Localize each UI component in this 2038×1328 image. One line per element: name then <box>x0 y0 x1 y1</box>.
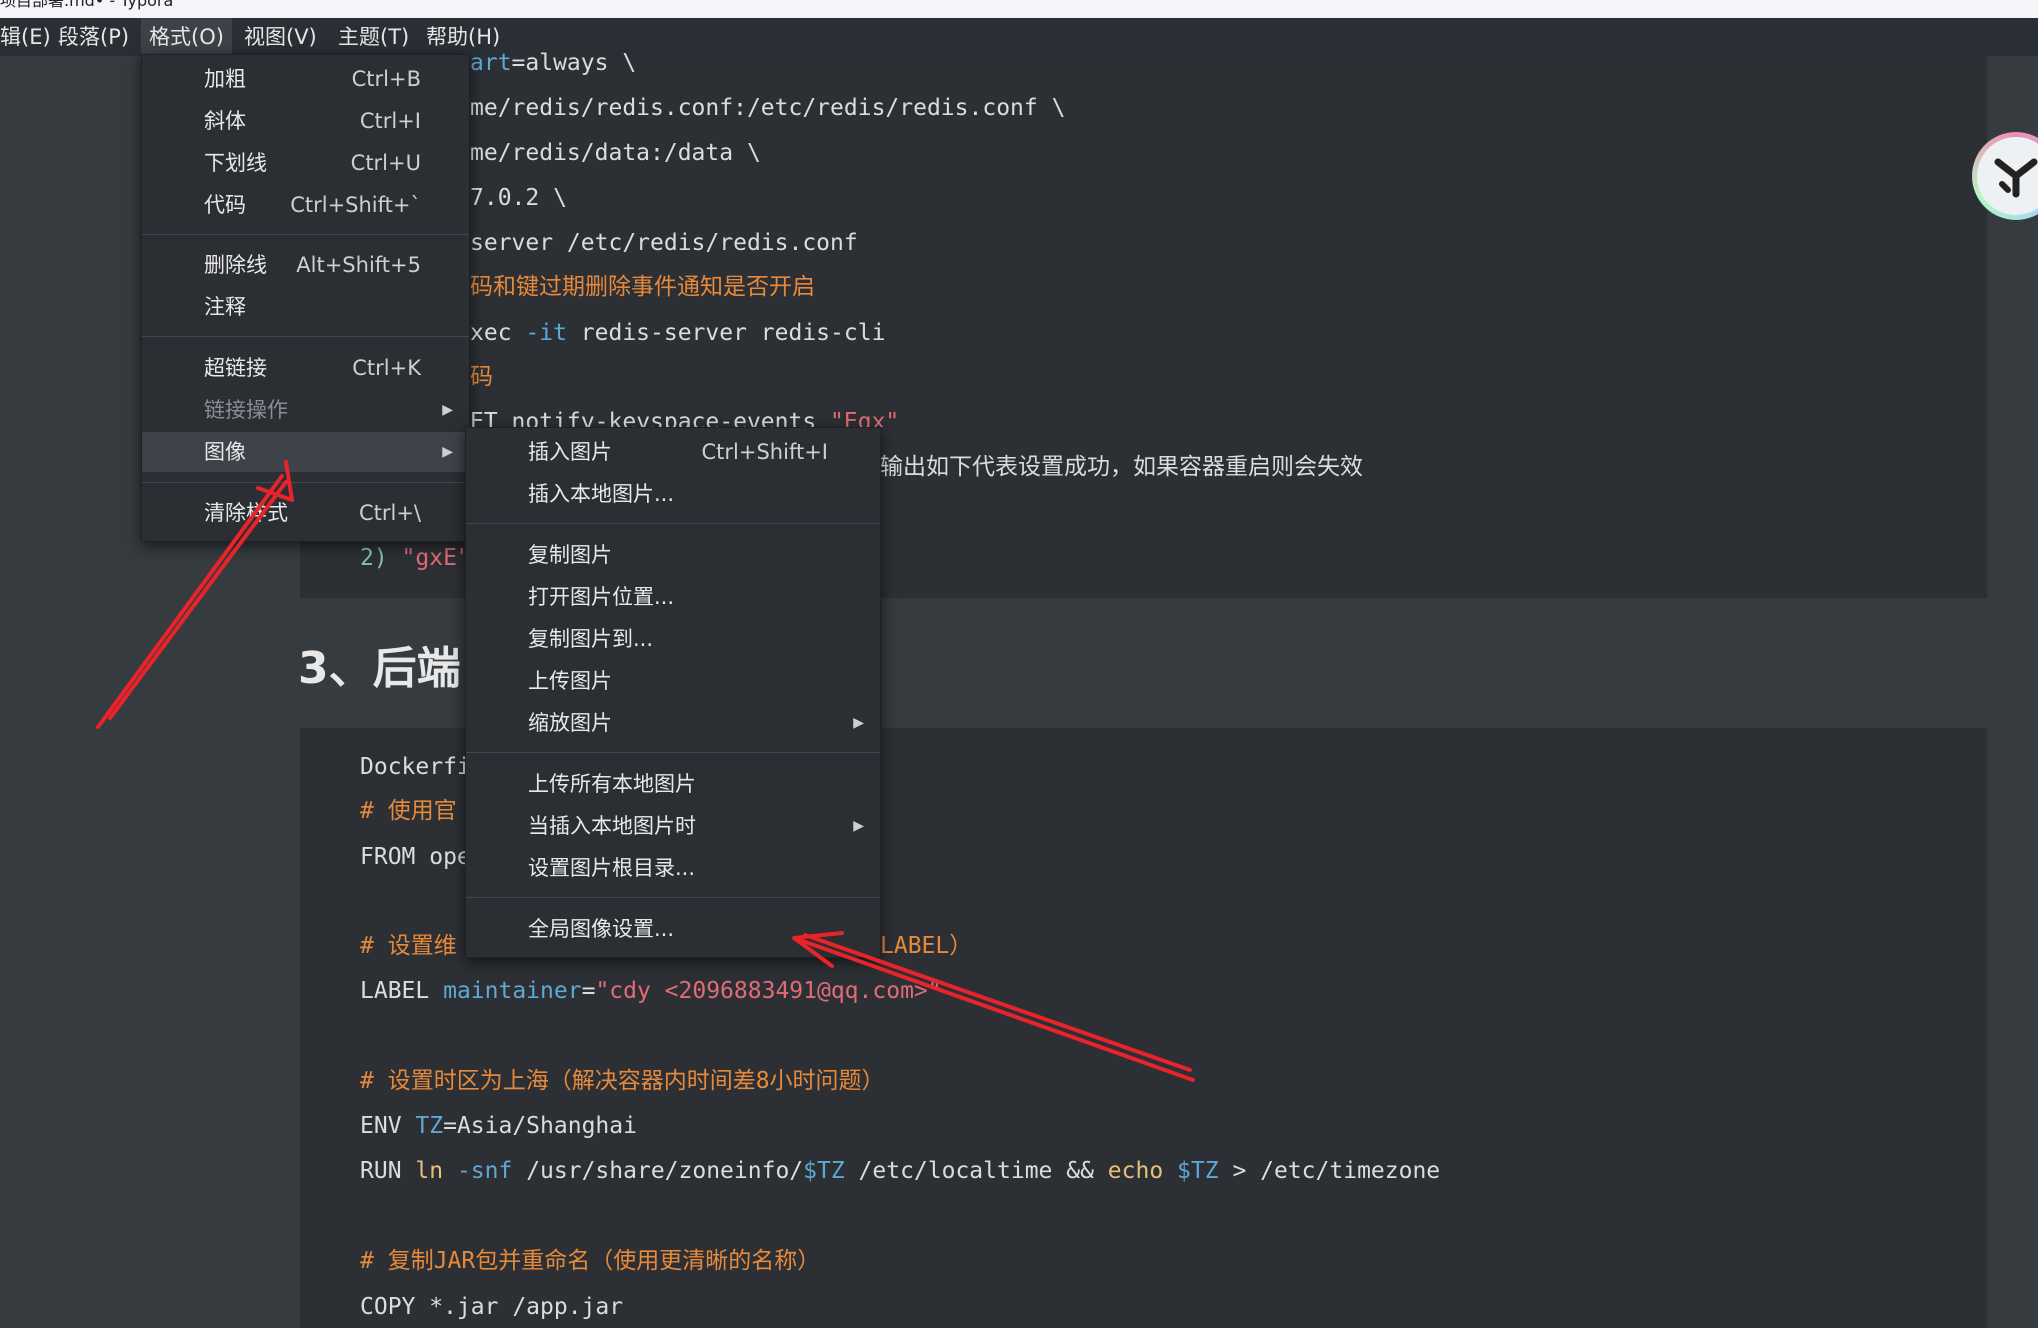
code-line: RUN ln -snf /usr/share/zoneinfo/$TZ /etc… <box>360 1158 1441 1184</box>
triangle-right-icon: ▶ <box>442 444 453 460</box>
menu-separator <box>466 897 880 898</box>
code-line: COPY *.jar /app.jar <box>360 1294 624 1320</box>
menubar: 辑(E) 段落(P) 格式(O) 视图(V) 主题(T) 帮助(H) <box>0 18 2038 56</box>
menu-separator <box>466 523 880 524</box>
code-line: FROM ope <box>360 844 471 870</box>
menu-item-insert-image[interactable]: 插入图片 Ctrl+Shift+I <box>466 432 880 472</box>
menu-theme[interactable]: 主题(T) <box>330 18 417 56</box>
code-line: ET notify-keyspace-events "Egx" <box>470 409 900 427</box>
menu-item-link-actions[interactable]: 链接操作 ▶ <box>142 390 469 430</box>
code-comment: 码和键过期删除事件通知是否开启 <box>470 274 815 300</box>
assistant-glyph-icon <box>1994 158 2038 198</box>
menu-paragraph[interactable]: 段落(P) <box>50 18 137 56</box>
menu-item-strikethrough[interactable]: 删除线 Alt+Shift+5 <box>142 245 469 285</box>
code-line: server /etc/redis/redis.conf <box>470 230 858 256</box>
menu-item-insert-local-image[interactable]: 插入本地图片... <box>466 474 880 514</box>
code-line: me/redis/redis.conf:/etc/redis/redis.con… <box>470 95 1066 121</box>
menu-item-zoom-image[interactable]: 缩放图片 ▶ <box>466 703 880 743</box>
assistant-logo-inner <box>1977 137 2038 215</box>
menu-separator <box>142 336 469 337</box>
menu-separator <box>466 752 880 753</box>
code-line: art=always \ <box>470 50 637 76</box>
code-comment: # 复制JAR包并重命名（使用更清晰的名称） <box>360 1248 821 1274</box>
code-comment: 输出如下代表设置成功，如果容器重启则会失效 <box>880 454 1363 480</box>
code-line: Dockerfi <box>360 754 471 780</box>
code-comment: # 使用官 <box>360 798 457 824</box>
menu-item-bold[interactable]: 加粗 Ctrl+B <box>142 59 469 99</box>
code-comment: LABEL） <box>880 933 973 959</box>
code-line: ENV TZ=Asia/Shanghai <box>360 1113 637 1139</box>
code-comment: # 设置时区为上海（解决容器内时间差8小时问题） <box>360 1068 885 1094</box>
menu-item-comment[interactable]: 注释 <box>142 287 469 327</box>
menu-item-global-image-settings[interactable]: 全局图像设置... <box>466 909 880 949</box>
format-menu: 加粗 Ctrl+B 斜体 Ctrl+I 下划线 Ctrl+U 代码 Ctrl+Shift… <box>141 54 470 542</box>
code-line: me/redis/data:/data \ <box>470 140 761 166</box>
menu-format[interactable]: 格式(O) <box>141 18 232 56</box>
menu-view[interactable]: 视图(V) <box>236 18 325 56</box>
menu-item-upload-image[interactable]: 上传图片 <box>466 661 880 701</box>
image-submenu: 插入图片 Ctrl+Shift+I 插入本地图片... 复制图片 打开图片位置..… <box>465 427 881 958</box>
menu-item-when-insert-local-image[interactable]: 当插入本地图片时 ▶ <box>466 806 880 846</box>
menu-item-image[interactable]: 图像 ▶ <box>142 432 469 472</box>
menu-item-hyperlink[interactable]: 超链接 Ctrl+K <box>142 348 469 388</box>
code-comment: # 设置维 <box>360 933 457 959</box>
window-title: 项目部署.md• - Typora <box>0 0 174 10</box>
menu-item-set-image-root[interactable]: 设置图片根目录... <box>466 848 880 888</box>
code-line: 7.0.2 \ <box>470 185 567 211</box>
menu-item-copy-image-to[interactable]: 复制图片到... <box>466 619 880 659</box>
code-line: 2) "gxE" <box>360 545 471 571</box>
triangle-right-icon: ▶ <box>442 402 453 418</box>
code-line: xec -it redis-server redis-cli <box>470 320 886 346</box>
menu-separator <box>142 234 469 235</box>
triangle-right-icon: ▶ <box>853 715 864 731</box>
menu-item-underline[interactable]: 下划线 Ctrl+U <box>142 143 469 183</box>
code-line: LABEL maintainer="cdy <2096883491@qq.com… <box>360 978 942 1004</box>
code-comment: 码 <box>470 364 493 390</box>
menu-item-clear-format[interactable]: 清除样式 Ctrl+\ <box>142 493 469 533</box>
menu-item-italic[interactable]: 斜体 Ctrl+I <box>142 101 469 141</box>
window-titlebar: 项目部署.md• - Typora <box>0 0 2038 18</box>
menu-item-upload-all-local-images[interactable]: 上传所有本地图片 <box>466 764 880 804</box>
menu-item-code[interactable]: 代码 Ctrl+Shift+` <box>142 185 469 225</box>
triangle-right-icon: ▶ <box>853 818 864 834</box>
menu-item-open-image-location[interactable]: 打开图片位置... <box>466 577 880 617</box>
section-heading: 3、后端 <box>298 643 461 694</box>
menu-item-copy-image[interactable]: 复制图片 <box>466 535 880 575</box>
menu-separator <box>142 482 469 483</box>
